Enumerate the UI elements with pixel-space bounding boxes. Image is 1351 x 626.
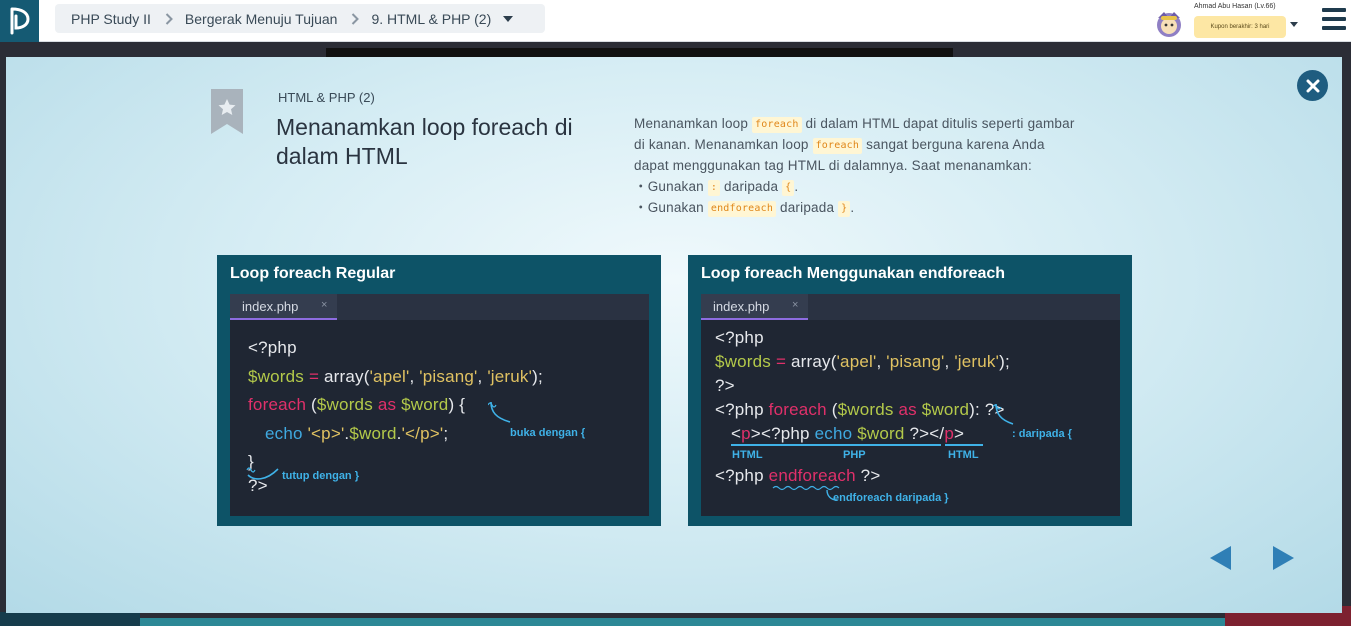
annotation-endforeach: endforeach daripada } xyxy=(833,492,949,504)
background-strip xyxy=(140,618,1225,626)
previous-slide-button[interactable] xyxy=(1209,545,1233,571)
slide-modal: HTML & PHP (2) Menanamkan loop foreach d… xyxy=(6,57,1342,613)
avatar-icon xyxy=(1157,12,1181,37)
file-tab: index.php × xyxy=(230,294,337,320)
slide-title: Menanamkan loop foreach di dalam HTML xyxy=(276,114,573,169)
panel-title: Loop foreach Regular xyxy=(230,265,396,282)
breadcrumb-chapter[interactable]: Bergerak Menuju Tujuan xyxy=(185,11,338,27)
code-line: echo '<p>'.$word.'</p>'; xyxy=(265,424,449,443)
user-menu[interactable]: Ahmad Abu Hasan (Lv.66) Kupon berakhir: … xyxy=(1152,2,1302,40)
code-block: <?php $words = array('apel', 'pisang', '… xyxy=(701,320,1120,516)
code-line: <?php foreach ($words as $word): ?> xyxy=(715,400,1005,419)
slide-description: Menanamkan loop foreach di dalam HTML da… xyxy=(634,116,1075,217)
logo-icon xyxy=(10,7,30,35)
breadcrumb: PHP Study II Bergerak Menuju Tujuan 9. H… xyxy=(55,4,545,33)
user-name: Ahmad Abu Hasan (Lv.66) xyxy=(1194,3,1276,10)
label-html: HTML xyxy=(732,449,763,461)
bookmark-star-icon[interactable] xyxy=(211,89,243,134)
lesson-label: HTML & PHP (2) xyxy=(278,90,375,105)
tab-close-icon: × xyxy=(792,299,799,311)
coupon-badge: Kupon berakhir: 3 hari xyxy=(1194,16,1286,38)
code-line: <p><?php echo $word ?></p> xyxy=(731,424,965,443)
code-line: $words = array('apel', 'pisang', 'jeruk'… xyxy=(248,367,543,386)
file-tab: index.php × xyxy=(701,294,808,320)
hamburger-menu-icon[interactable] xyxy=(1322,8,1346,30)
code-line: <?php xyxy=(715,328,764,347)
php-underline xyxy=(763,444,941,446)
code-panel-endforeach: Loop foreach Menggunakan endforeach inde… xyxy=(688,255,1132,526)
caret-down-icon[interactable] xyxy=(1290,14,1298,32)
code-block: <?php $words = array('apel', 'pisang', '… xyxy=(230,320,649,516)
close-button[interactable] xyxy=(1297,70,1328,101)
chevron-right-icon xyxy=(351,12,360,25)
background-panel xyxy=(0,612,140,626)
html-underline xyxy=(945,444,983,446)
top-bar: PHP Study II Bergerak Menuju Tujuan 9. H… xyxy=(0,0,1351,42)
annotation-close-brace: tutup dengan } xyxy=(282,470,359,482)
panel-title: Loop foreach Menggunakan endforeach xyxy=(701,265,1006,282)
code-panel-regular: Loop foreach Regular index.php × <?php $… xyxy=(217,255,661,526)
breadcrumb-lesson[interactable]: 9. HTML & PHP (2) xyxy=(371,11,491,27)
code-line: foreach ($words as $word) { xyxy=(248,395,466,414)
tab-close-icon: × xyxy=(321,299,328,311)
caret-down-icon[interactable] xyxy=(503,15,514,22)
breadcrumb-course[interactable]: PHP Study II xyxy=(71,11,151,27)
logo[interactable] xyxy=(0,0,39,42)
code-line: $words = array('apel', 'pisang', 'jeruk'… xyxy=(715,352,1010,371)
editor-tabbar: index.php × xyxy=(230,294,649,320)
code-line: <?php endforeach ?> xyxy=(715,466,881,485)
label-html: HTML xyxy=(948,449,979,461)
annotation-colon: : daripada { xyxy=(1012,428,1072,440)
chevron-right-icon xyxy=(165,12,173,25)
close-icon xyxy=(1306,79,1319,92)
code-line: <?php xyxy=(248,338,297,357)
next-slide-button[interactable] xyxy=(1271,545,1295,571)
annotation-open-brace: buka dengan { xyxy=(510,427,586,439)
code-editor: index.php × <?php $words = array('apel',… xyxy=(701,294,1120,516)
label-php: PHP xyxy=(843,449,866,461)
editor-tabbar: index.php × xyxy=(701,294,1120,320)
annotation-arrow xyxy=(246,467,279,480)
html-underline xyxy=(731,444,763,446)
code-line: ?> xyxy=(715,376,735,395)
annotation-arrow xyxy=(488,401,511,423)
code-editor: index.php × <?php $words = array('apel',… xyxy=(230,294,649,516)
